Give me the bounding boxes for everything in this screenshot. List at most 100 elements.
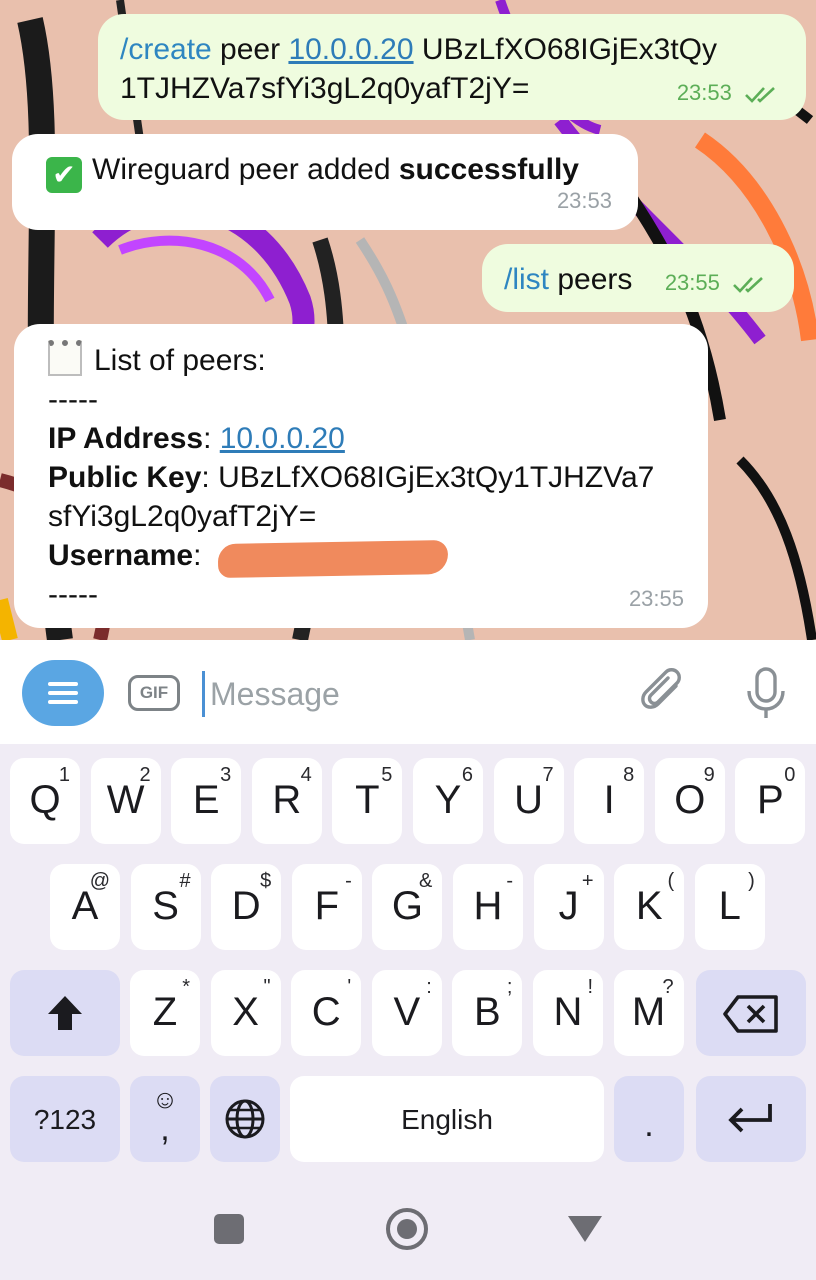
attach-icon[interactable] <box>640 668 690 718</box>
key-r[interactable]: 4R <box>251 758 322 844</box>
key-letter: H <box>473 884 503 928</box>
enter-key[interactable] <box>696 1076 806 1162</box>
comma-label: , <box>160 1110 170 1148</box>
bot-command[interactable]: /create <box>120 33 212 66</box>
home-button[interactable] <box>386 1208 428 1250</box>
back-button[interactable] <box>566 1214 604 1244</box>
message-title-line: List of peers: <box>48 340 686 380</box>
recents-button[interactable] <box>214 1214 244 1244</box>
public-key-value-line2: sfYi3gL2q0yafT2jY= <box>48 500 317 533</box>
key-f[interactable]: -F <box>291 864 362 950</box>
key-letter: W <box>106 778 145 822</box>
key-w[interactable]: 2W <box>90 758 161 844</box>
check-mark-icon: ✔ <box>46 157 82 193</box>
key-letter: C <box>311 990 341 1034</box>
double-check-icon <box>733 277 763 294</box>
key-letter: E <box>192 778 220 822</box>
symbols-key[interactable]: ?123 <box>10 1076 120 1162</box>
key-c[interactable]: ' C <box>291 970 362 1056</box>
message-outgoing-list[interactable]: /list peers 23:55 <box>482 244 794 312</box>
home-button-dot <box>397 1219 417 1239</box>
key-letter: I <box>603 778 615 822</box>
shift-key[interactable] <box>10 970 120 1056</box>
message-text: /create peer 10.0.0.20 UBzLfXO68IGjEx3tQ… <box>120 30 784 69</box>
key-letter: Z <box>152 990 178 1034</box>
text-caret <box>202 671 205 717</box>
key-letter: F <box>314 884 340 928</box>
message-text-part: UBzLfXO68IGjEx3tQy <box>413 33 718 66</box>
key-l[interactable]: ) L <box>694 864 765 950</box>
language-key[interactable] <box>210 1076 280 1162</box>
emoji-comma-key[interactable]: ☺ , <box>130 1076 200 1162</box>
key-p[interactable]: 0P <box>735 758 806 844</box>
message-time: 23:55 <box>664 270 720 295</box>
ip-line: IP Address: 10.0.0.20 <box>48 422 345 455</box>
key-letter: T <box>355 778 380 822</box>
period-label: . <box>644 1106 654 1144</box>
key-b[interactable]: ; B <box>452 970 523 1056</box>
message-incoming-peer-list[interactable]: List of peers: ----- IP Address: 10.0.0.… <box>14 324 708 628</box>
system-navigation-bar <box>0 1180 816 1280</box>
backspace-key[interactable] <box>696 970 806 1056</box>
message-text-part: peer <box>211 33 289 66</box>
separator-text: ----- <box>48 383 98 416</box>
message-time: 23:53 <box>556 188 612 213</box>
key-a[interactable]: @ A <box>50 864 120 950</box>
message-time: 23:53 <box>676 80 732 105</box>
key-k[interactable]: (K <box>614 864 685 950</box>
key-y[interactable]: 6Y <box>413 758 483 844</box>
menu-line <box>48 691 78 695</box>
microphone-icon[interactable] <box>744 666 788 720</box>
menu-line <box>48 682 78 686</box>
chat-area[interactable]: /create peer 10.0.0.20 UBzLfXO68IGjEx3tQ… <box>0 0 816 640</box>
redaction-scribble <box>217 539 449 579</box>
key-letter: G <box>391 884 423 928</box>
ip-link[interactable]: 10.0.0.20 <box>288 33 413 66</box>
message-composer: GIF <box>0 640 816 744</box>
key-g[interactable]: & G <box>372 864 443 950</box>
message-bold-text: successfully <box>398 153 579 186</box>
key-q[interactable]: 1Q <box>10 758 80 844</box>
key-m[interactable]: ? M <box>613 970 684 1056</box>
key-letter: P <box>757 778 784 822</box>
key-letter: J <box>558 884 579 928</box>
key-u[interactable]: 7U <box>493 758 564 844</box>
key-n[interactable]: ! N <box>533 970 603 1056</box>
message-outgoing-create[interactable]: /create peer 10.0.0.20 UBzLfXO68IGjEx3tQ… <box>98 14 806 120</box>
key-v[interactable]: :V <box>371 970 442 1056</box>
key-t[interactable]: 5T <box>332 758 403 844</box>
username-label: Username <box>48 539 194 572</box>
separator-text-end: ----- <box>48 578 98 611</box>
key-z[interactable]: * Z <box>130 970 200 1056</box>
globe-icon <box>225 1099 265 1139</box>
key-o[interactable]: 9O <box>654 758 725 844</box>
key-x[interactable]: " X <box>210 970 281 1056</box>
gif-button[interactable]: GIF <box>128 675 180 711</box>
key-i[interactable]: 8I <box>574 758 645 844</box>
key-letter: M <box>631 990 666 1034</box>
key-letter: Q <box>29 778 61 822</box>
username-line: Username: <box>48 536 686 579</box>
period-key[interactable]: . <box>614 1076 684 1162</box>
message-input[interactable] <box>210 670 610 718</box>
bot-menu-button[interactable] <box>22 660 104 726</box>
menu-line <box>48 700 78 704</box>
space-key-label: English <box>401 1104 493 1135</box>
message-incoming-success[interactable]: ✔ Wireguard peer added successfully 23:53 <box>12 134 638 230</box>
space-key[interactable]: English <box>290 1076 604 1162</box>
key-letter: N <box>553 990 583 1034</box>
ip-link[interactable]: 10.0.0.20 <box>220 422 345 455</box>
public-key-label: Public Key <box>48 461 202 494</box>
key-letter: L <box>718 884 741 928</box>
key-s[interactable]: # S <box>130 864 201 950</box>
key-letter: U <box>514 778 544 822</box>
key-e[interactable]: 3E <box>171 758 242 844</box>
shift-icon <box>48 996 82 1030</box>
key-d[interactable]: $ D <box>211 864 282 950</box>
message-time: 23:55 <box>628 586 684 611</box>
key-j[interactable]: + J <box>533 864 604 950</box>
key-h[interactable]: -H <box>453 864 523 950</box>
message-text: ✔ Wireguard peer added successfully <box>46 150 616 193</box>
bot-command[interactable]: /list <box>504 263 549 296</box>
key-letter: A <box>71 884 99 928</box>
